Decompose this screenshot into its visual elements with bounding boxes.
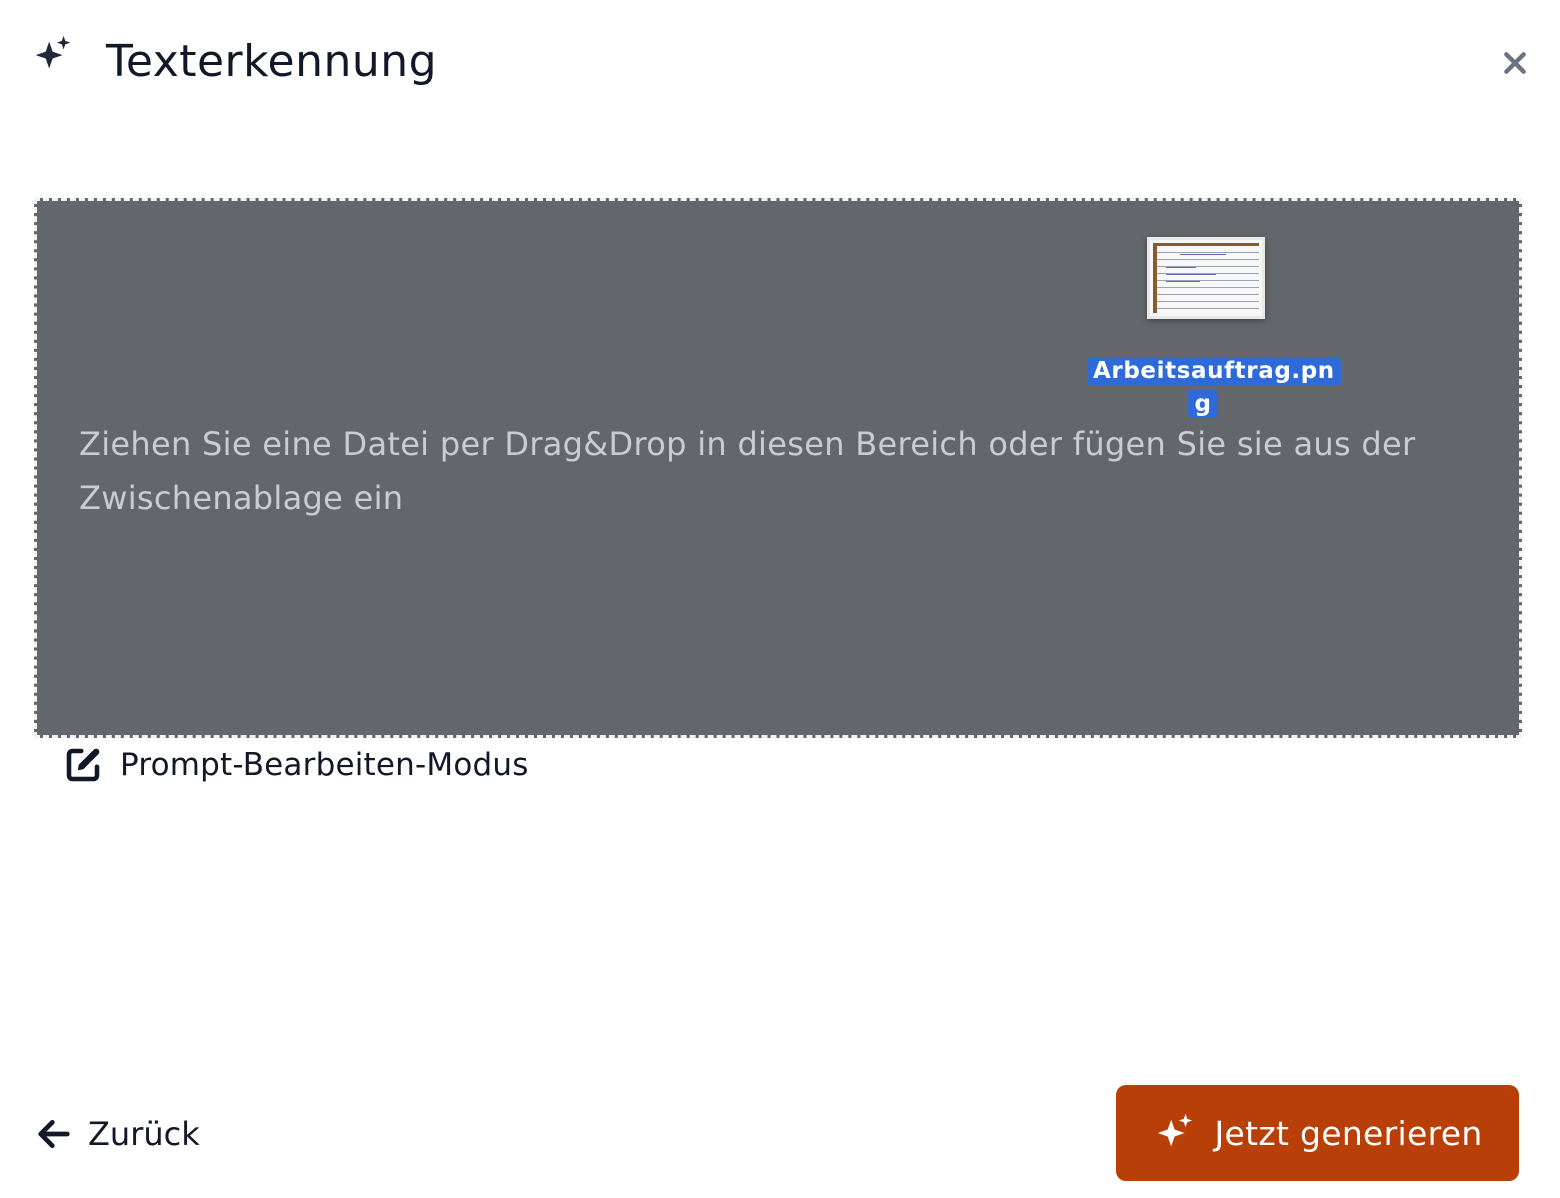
- sparkles-icon: [35, 35, 71, 69]
- sparkles-icon: [1158, 1113, 1193, 1147]
- file-dropzone[interactable]: Arbeitsauftrag.pn g Ziehen Sie eine Date…: [34, 198, 1522, 738]
- close-icon: [1504, 52, 1526, 74]
- close-button[interactable]: [1500, 48, 1530, 78]
- thumbnail-scribble: [1166, 267, 1196, 268]
- generate-now-label: Jetzt generieren: [1214, 1113, 1483, 1153]
- prompt-edit-mode-toggle[interactable]: Prompt-Bearbeiten-Modus: [62, 742, 529, 788]
- dialog-title: Texterkennung: [106, 36, 438, 87]
- text-recognition-dialog: Texterkennung Arbeitsauftrag.pn g Ziehen…: [0, 0, 1560, 1198]
- dragged-file-name-line2: g: [1188, 390, 1218, 418]
- thumbnail-scribble: [1180, 254, 1226, 255]
- dragged-file-name-line1: Arbeitsauftrag.pn: [1087, 357, 1341, 385]
- dropzone-instruction: Ziehen Sie eine Datei per Drag&Drop in d…: [79, 425, 1416, 517]
- prompt-edit-mode-label: Prompt-Bearbeiten-Modus: [120, 747, 529, 783]
- edit-icon: [66, 748, 100, 782]
- back-button-label: Zurück: [88, 1115, 200, 1153]
- thumbnail-scribble: [1166, 281, 1200, 282]
- dialog-header: Texterkennung: [30, 30, 1530, 94]
- dragged-file-thumbnail[interactable]: [1147, 237, 1265, 319]
- generate-now-button[interactable]: Jetzt generieren: [1116, 1085, 1519, 1181]
- clipped-underlying-text: [0, 1190, 1560, 1198]
- arrow-left-icon: [38, 1120, 70, 1148]
- back-button[interactable]: Zurück: [34, 1110, 200, 1158]
- thumbnail-scribble: [1166, 274, 1216, 275]
- dragged-file-name: Arbeitsauftrag.pn g: [1087, 355, 1341, 421]
